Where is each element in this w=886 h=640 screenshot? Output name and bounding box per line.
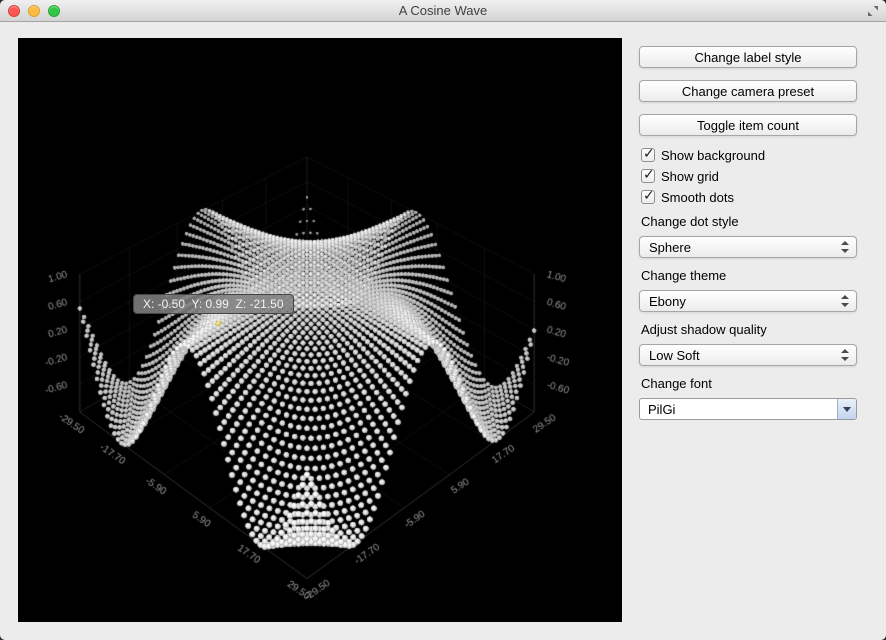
combo-dropdown-button[interactable] [837, 399, 856, 419]
window-title: A Cosine Wave [0, 3, 886, 18]
change-label-style-button[interactable]: Change label style [639, 46, 857, 68]
checkbox-box[interactable] [641, 169, 655, 183]
checkbox-smooth-dots[interactable]: Smooth dots [641, 189, 734, 205]
scatter-plot-area: X: -0.50 Y: 0.99 Z: -21.50 [18, 38, 622, 622]
dot-style-label: Change dot style [641, 214, 739, 230]
toggle-item-count-button[interactable]: Toggle item count [639, 114, 857, 136]
shadow-quality-select[interactable]: Low Soft [639, 344, 857, 366]
fullscreen-icon[interactable] [867, 5, 879, 17]
font-combobox[interactable]: PilGi [639, 398, 857, 420]
dot-style-select[interactable]: Sphere [639, 236, 857, 258]
updown-arrows-icon [841, 349, 849, 361]
checkbox-box[interactable] [641, 190, 655, 204]
checkbox-box[interactable] [641, 148, 655, 162]
app-window: A Cosine Wave X: -0.50 Y: 0.99 Z: -21.50… [0, 0, 886, 640]
selection-tooltip: X: -0.50 Y: 0.99 Z: -21.50 [133, 294, 294, 314]
checkbox-show-background[interactable]: Show background [641, 147, 765, 163]
theme-select[interactable]: Ebony [639, 290, 857, 312]
chevron-down-icon [843, 407, 851, 412]
checkbox-show-grid[interactable]: Show grid [641, 168, 719, 184]
change-camera-preset-button[interactable]: Change camera preset [639, 80, 857, 102]
font-label: Change font [641, 376, 712, 392]
titlebar: A Cosine Wave [0, 0, 886, 22]
shadow-quality-label: Adjust shadow quality [641, 322, 767, 338]
scatter-canvas[interactable] [18, 38, 622, 622]
updown-arrows-icon [841, 241, 849, 253]
theme-label: Change theme [641, 268, 726, 284]
updown-arrows-icon [841, 295, 849, 307]
control-panel: Change label style Change camera preset … [639, 38, 857, 622]
